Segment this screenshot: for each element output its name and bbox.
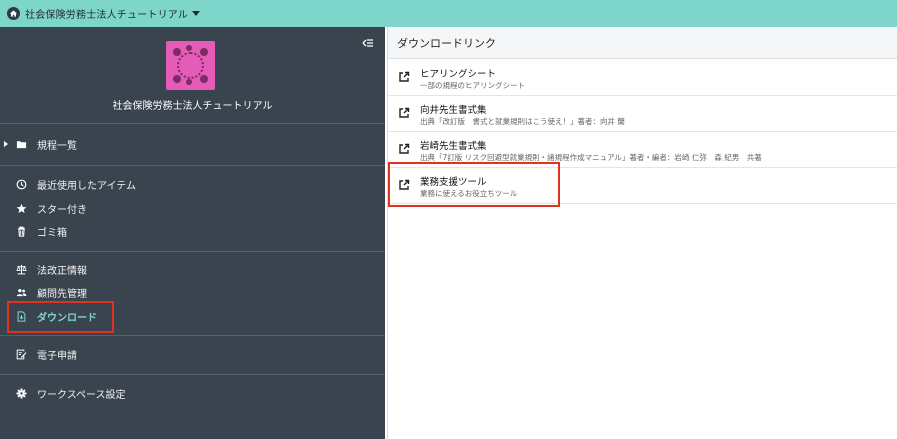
collapse-sidebar-icon[interactable] (362, 38, 374, 48)
sidebar-item-label: 電子申請 (37, 350, 77, 362)
link-title[interactable]: ヒアリングシート (420, 66, 496, 80)
workspace-title: 社会保険労務士法人チュートリアル (112, 101, 273, 112)
sidebar-item-label: ゴミ箱 (37, 227, 67, 239)
workspace-name[interactable]: 社会保険労務士法人チュートリアル (25, 6, 188, 21)
download-link-row[interactable]: 向井先生書式集 出典「改訂版 書式と就業規則はこう使え！」著者：向井 蘭 (388, 96, 897, 132)
trash-icon (15, 225, 27, 237)
link-subtitle: 出典「改訂版 書式と就業規則はこう使え！」著者：向井 蘭 (420, 117, 625, 126)
page-title: ダウンロードリンク (388, 27, 897, 59)
link-title[interactable]: 向井先生書式集 (420, 102, 487, 116)
sidebar-item-regulations[interactable]: 規程一覧 (0, 133, 385, 155)
e-application-icon (15, 348, 27, 360)
sidebar-item-label: スター付き (37, 204, 87, 216)
home-icon[interactable] (7, 7, 20, 20)
divider (0, 123, 385, 124)
clock-icon (15, 178, 27, 190)
chevron-down-icon[interactable] (192, 11, 201, 16)
sidebar-item-label: 規程一覧 (37, 140, 77, 152)
folder-icon (15, 138, 27, 150)
sidebar-item-label: 顧問先管理 (37, 288, 87, 300)
external-link-icon (399, 71, 410, 82)
workspace-logo (166, 41, 215, 90)
sidebar-item-e-application[interactable]: 電子申請 (0, 343, 385, 365)
sidebar-item-clients[interactable]: 顧問先管理 (0, 281, 385, 303)
sidebar-item-label: ワークスペース設定 (37, 389, 126, 401)
divider (0, 374, 385, 375)
divider (0, 251, 385, 252)
link-subtitle: 一部の規程のヒアリングシート (420, 81, 525, 90)
workspace-switcher[interactable]: 社会保険労務士法人チュートリアル (0, 0, 897, 27)
annotation-highlight-download (7, 301, 114, 333)
link-title[interactable]: 岩崎先生書式集 (420, 138, 487, 152)
tree-expand-icon[interactable] (4, 141, 8, 147)
divider (0, 165, 385, 166)
sidebar-item-label: 法改正情報 (37, 265, 87, 277)
divider (0, 335, 385, 336)
sidebar: 社会保険労務士法人チュートリアル 規程一覧 最近使用したアイテム スター付き ゴ… (0, 27, 385, 439)
main-content: ダウンロードリンク ヒアリングシート 一部の規程のヒアリングシート 向井先生書式… (387, 27, 897, 439)
sidebar-item-workspace-settings[interactable]: ワークスペース設定 (0, 382, 385, 404)
star-icon (15, 202, 27, 214)
sidebar-item-law-revisions[interactable]: 法改正情報 (0, 258, 385, 280)
download-link-row[interactable]: ヒアリングシート 一部の規程のヒアリングシート (388, 60, 897, 96)
sidebar-item-label: 最近使用したアイテム (37, 180, 136, 192)
people-icon (15, 286, 27, 298)
sidebar-item-trash[interactable]: ゴミ箱 (0, 220, 385, 242)
scale-icon (15, 263, 27, 275)
external-link-icon (399, 107, 410, 118)
external-link-icon (399, 143, 410, 154)
gear-icon (15, 387, 27, 399)
sidebar-item-starred[interactable]: スター付き (0, 197, 385, 219)
annotation-highlight-business-tools (388, 162, 560, 207)
sidebar-item-recent[interactable]: 最近使用したアイテム (0, 173, 385, 195)
